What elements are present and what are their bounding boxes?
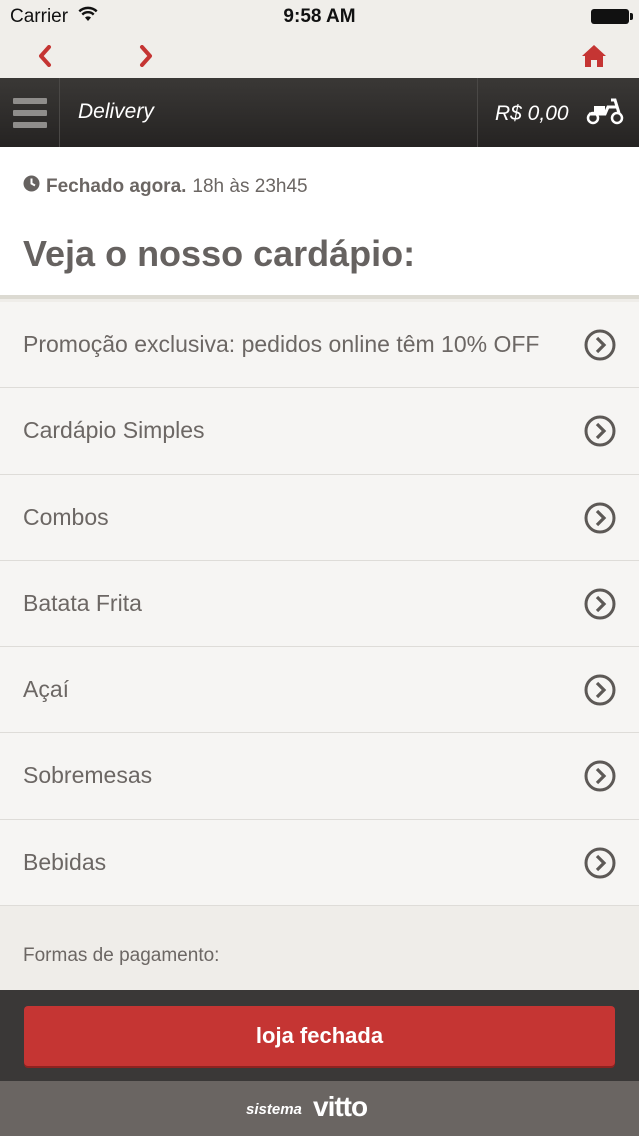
menu-item-label: Açaí — [23, 676, 70, 703]
menu-category-list: Promoção exclusiva: pedidos online têm 1… — [0, 302, 639, 907]
list-item[interactable]: Açaí — [0, 647, 639, 734]
battery-icon — [591, 9, 633, 24]
page-title: Delivery — [78, 100, 154, 123]
list-item[interactable]: Bebidas — [0, 820, 639, 907]
chevron-right-circle-icon — [584, 847, 616, 884]
list-item[interactable]: Combos — [0, 475, 639, 561]
footer-action-bar: loja fechada — [0, 990, 639, 1081]
status-bar: Carrier 9:58 AM — [0, 0, 639, 34]
menu-item-label: Bebidas — [23, 848, 107, 875]
cart-total: R$ 0,00 — [495, 102, 569, 125]
list-item[interactable]: Sobremesas — [0, 733, 639, 820]
menu-item-label: Combos — [23, 503, 109, 530]
brand-footer: sistema vitto — [0, 1081, 639, 1136]
payment-methods: Formas de pagamento: — [0, 906, 639, 990]
payment-methods-label: Formas de pagamento: — [23, 945, 220, 966]
chevron-right-circle-icon — [584, 329, 616, 366]
list-item[interactable]: Cardápio Simples — [0, 388, 639, 475]
menu-item-label: Batata Frita — [23, 589, 142, 616]
scooter-icon — [586, 97, 624, 130]
store-status: Fechado agora. — [46, 175, 187, 197]
status-time: 9:58 AM — [283, 6, 356, 27]
list-item[interactable]: Promoção exclusiva: pedidos online têm 1… — [0, 302, 639, 389]
back-arrow-icon[interactable] — [27, 38, 63, 74]
home-icon[interactable] — [576, 38, 612, 74]
cart-button[interactable]: R$ 0,00 — [477, 78, 639, 147]
menu-item-label: Cardápio Simples — [23, 417, 205, 444]
menu-heading: Veja o nosso cardápio: — [23, 233, 416, 274]
list-item[interactable]: Batata Frita — [0, 561, 639, 648]
forward-arrow-icon[interactable] — [128, 38, 164, 74]
menu-item-label: Sobremesas — [23, 762, 153, 789]
browser-toolbar — [0, 34, 639, 78]
clock-icon — [23, 175, 40, 198]
chevron-right-circle-icon — [584, 760, 616, 797]
brand-prefix: sistema — [246, 1101, 302, 1118]
store-hours-range: 18h às 23h45 — [192, 175, 308, 197]
menu-icon[interactable] — [0, 78, 60, 147]
chevron-right-circle-icon — [584, 415, 616, 452]
menu-item-label: Promoção exclusiva: pedidos online têm 1… — [23, 331, 540, 357]
app-header: Delivery R$ 0,00 — [0, 78, 639, 147]
store-info: Fechado agora. 18h às 23h45 Veja o nosso… — [0, 147, 639, 299]
brand-logo: vitto — [313, 1091, 368, 1122]
store-closed-button[interactable]: loja fechada — [24, 1006, 615, 1066]
store-hours: Fechado agora. 18h às 23h45 — [23, 175, 308, 198]
chevron-right-circle-icon — [584, 502, 616, 539]
chevron-right-circle-icon — [584, 588, 616, 625]
chevron-right-circle-icon — [584, 674, 616, 711]
